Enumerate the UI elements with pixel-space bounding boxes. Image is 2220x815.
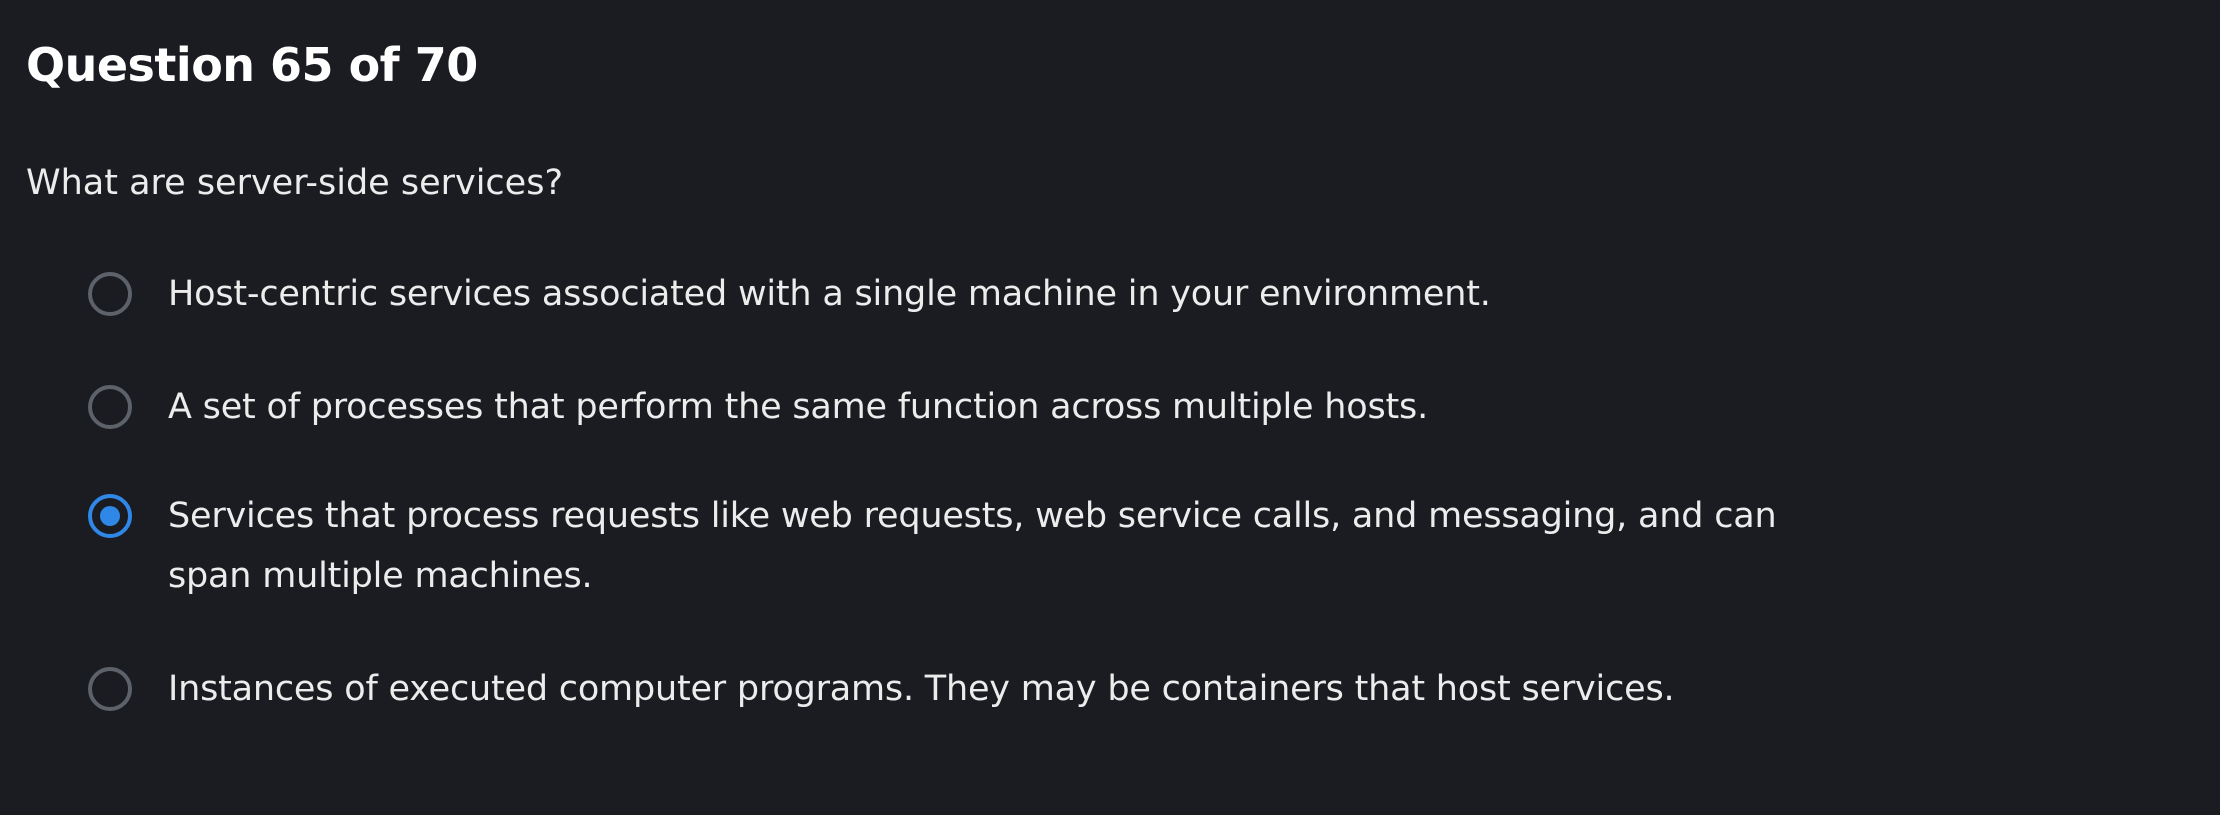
radio-button[interactable] bbox=[88, 667, 132, 711]
radio-button-selected[interactable] bbox=[88, 494, 132, 538]
answer-option-label[interactable]: Instances of executed computer programs.… bbox=[168, 659, 1828, 719]
radio-button[interactable] bbox=[88, 272, 132, 316]
question-header: Question 65 of 70 bbox=[26, 38, 478, 92]
answer-option-label[interactable]: Services that process requests like web … bbox=[168, 486, 1828, 606]
answer-option-label[interactable]: A set of processes that perform the same… bbox=[168, 377, 1828, 437]
question-prompt: What are server-side services? bbox=[26, 163, 564, 203]
radio-button[interactable] bbox=[88, 385, 132, 429]
answer-option-label[interactable]: Host-centric services associated with a … bbox=[168, 264, 1828, 324]
radio-selected-dot bbox=[100, 506, 120, 526]
